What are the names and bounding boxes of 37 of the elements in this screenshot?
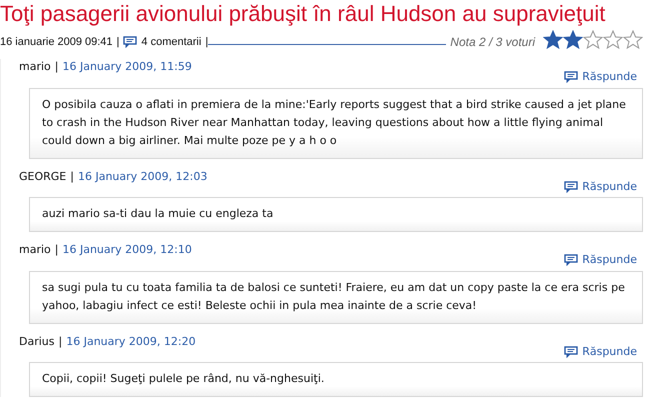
comment-body: O posibila cauza o aflati in premiera de la mine:'Early reports suggest that a bird strike caused a jet plane to crash in the Hudson River near Manhattan today, leaving questions about how a little flying animal could down a big airliner. Mai multe poze pe y a h o o: [29, 88, 643, 158]
comment-author: Darius: [19, 334, 54, 348]
comment-date: 16 January 2009, 12:20: [66, 334, 196, 348]
comment-body: sa sugi pula tu cu toata familia ta de balosi ce sunteti! Fraiere, eu am dat un copy paste la ce era scris pe yahoo, labagiu infect ce esti! Beleste ochii in pula mea inainte de a scrie ceva!: [29, 270, 643, 324]
comment-date: 16 January 2009, 11:59: [62, 60, 192, 73]
reply-link[interactable]: Răspunde: [564, 178, 637, 195]
separator: |: [54, 60, 58, 73]
comment-icon: [564, 254, 578, 266]
article-title: Toţi pasagerii avionului prăbuşit în râul Hudson au supravieţuit: [0, 0, 606, 27]
separator: |: [205, 35, 208, 49]
comment-icon: [564, 180, 578, 193]
separator: |: [54, 243, 58, 256]
star-icon[interactable]: [563, 30, 583, 49]
comment-date: 16 January 2009, 12:03: [78, 170, 208, 182]
comment-date: 16 January 2009, 12:10: [62, 243, 192, 256]
reply-link[interactable]: Răspunde: [564, 252, 637, 268]
separator: |: [58, 334, 62, 348]
comment-author: mario: [19, 243, 51, 256]
reply-link[interactable]: Răspunde: [564, 69, 637, 86]
comments-link[interactable]: 4 comentarii: [123, 35, 202, 49]
star-icon[interactable]: [623, 30, 643, 49]
comment-body: auzi mario sa-ti dau la muie cu engleza ta: [29, 197, 643, 232]
comment-icon: [564, 346, 578, 358]
rating-label: Nota 2 / 3 voturi: [450, 35, 535, 49]
reply-link[interactable]: Răspunde: [564, 344, 637, 360]
star-icon[interactable]: [603, 30, 623, 49]
article-date: 16 ianuarie 2009 09:41: [0, 35, 113, 49]
comment-icon: [564, 71, 578, 84]
comment-body: Copii, copii! Sugeţi pulele pe rând, nu vă-nghesuiţi.: [29, 362, 643, 397]
star-icon[interactable]: [543, 30, 563, 49]
comment-icon: [123, 36, 138, 48]
star-icon[interactable]: [583, 30, 603, 49]
comment-author: mario: [19, 60, 51, 73]
star-rating[interactable]: [543, 30, 643, 49]
comment-author: GEORGE: [19, 170, 66, 182]
separator: |: [116, 35, 120, 49]
separator: |: [70, 170, 74, 182]
